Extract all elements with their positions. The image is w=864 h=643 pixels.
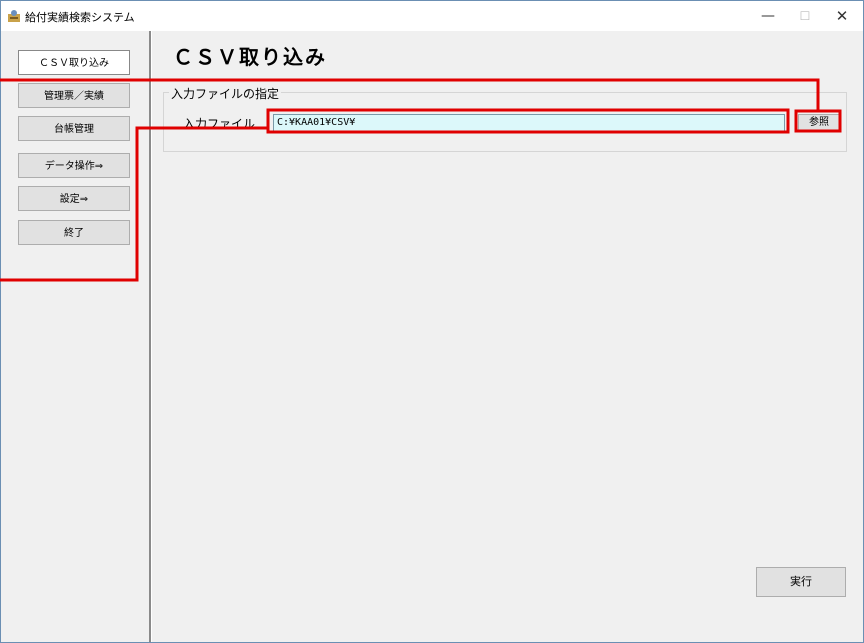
- sidebar-item-ledger[interactable]: 台帳管理: [18, 116, 130, 141]
- maximize-button[interactable]: ☐: [786, 1, 824, 31]
- group-label: 入力ファイルの指定: [169, 85, 282, 102]
- sidebar-item-data-ops[interactable]: データ操作⇒: [18, 153, 130, 178]
- close-button[interactable]: ✕: [823, 1, 861, 31]
- window-title: 給付実績検索システム: [25, 11, 135, 24]
- input-file-label: 入力ファイル: [183, 117, 256, 131]
- sidebar-item-settings[interactable]: 設定⇒: [18, 186, 130, 211]
- title-bar: 給付実績検索システム — ☐ ✕: [1, 1, 863, 31]
- input-file-path-field[interactable]: C:¥KAA01¥CSV¥: [273, 114, 785, 132]
- sidebar-divider-highlight: [151, 31, 152, 642]
- app-window: 給付実績検索システム — ☐ ✕ ＣＳＶ取り込み 管理票／実績 台帳管理 データ…: [0, 0, 864, 643]
- run-button[interactable]: 実行: [756, 567, 846, 597]
- app-icon: [8, 10, 20, 22]
- sidebar-item-csv-import[interactable]: ＣＳＶ取り込み: [18, 50, 130, 75]
- sidebar-item-exit[interactable]: 終了: [18, 220, 130, 245]
- sidebar-item-management-records[interactable]: 管理票／実績: [18, 83, 130, 108]
- sidebar: ＣＳＶ取り込み 管理票／実績 台帳管理 データ操作⇒ 設定⇒ 終了: [1, 31, 149, 642]
- browse-button[interactable]: 参照: [798, 114, 840, 132]
- minimize-button[interactable]: —: [749, 1, 787, 31]
- page-title: ＣＳＶ取り込み: [173, 45, 327, 69]
